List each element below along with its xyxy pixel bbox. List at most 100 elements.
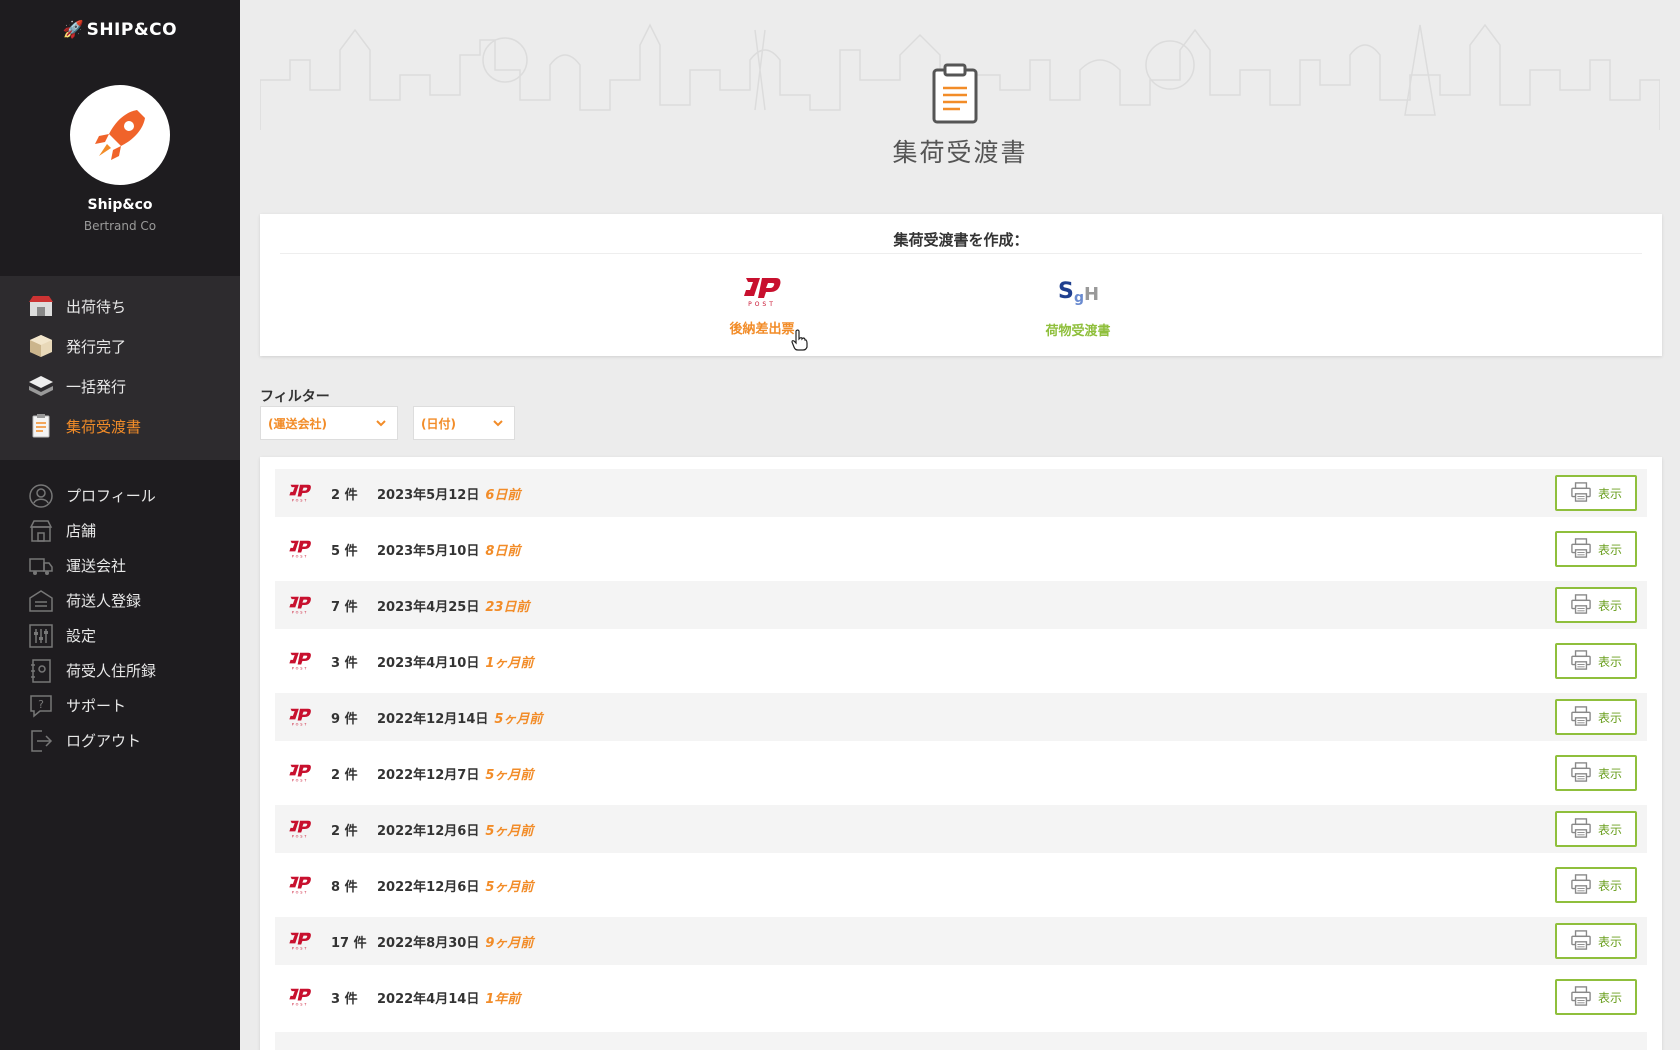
date-filter-select[interactable]: (日付) xyxy=(413,406,515,440)
nav-item-support[interactable]: ? サポート xyxy=(0,688,240,723)
hand-cursor-icon xyxy=(791,329,808,351)
svg-text:g: g xyxy=(1074,290,1084,306)
nav-label: プロフィール xyxy=(66,487,156,505)
nav-label: 荷送人登録 xyxy=(66,592,142,610)
printer-icon xyxy=(1570,705,1592,729)
carrier-filter-value: (運送会社) xyxy=(268,416,327,431)
japan-post-icon: POST xyxy=(287,931,313,951)
table-row: POST 17 件 2022年8月30日 9ヶ月前 表示 xyxy=(275,917,1647,965)
nav-item-address-book[interactable]: 荷受人住所録 xyxy=(0,653,240,688)
primary-nav: 出荷待ち 発行完了 一括発行 集荷受渡書 xyxy=(0,276,240,460)
view-button[interactable]: 表示 xyxy=(1555,811,1637,847)
printer-icon xyxy=(1570,593,1592,617)
printer-icon xyxy=(1570,873,1592,897)
view-button[interactable]: 表示 xyxy=(1555,979,1637,1015)
row-count: 17 件 xyxy=(331,935,367,951)
japan-post-icon: POST xyxy=(287,483,313,503)
row-count: 5 件 xyxy=(331,543,358,559)
table-row: POST 5 件 2023年5月10日 8日前 表示 xyxy=(275,525,1647,573)
row-date: 2022年12月14日 xyxy=(377,711,489,727)
printer-icon xyxy=(1570,481,1592,505)
nav-item-shops[interactable]: 店舗 xyxy=(0,513,240,548)
view-button[interactable]: 表示 xyxy=(1555,867,1637,903)
user-icon xyxy=(26,481,56,511)
view-button-label: 表示 xyxy=(1597,710,1622,725)
nav-item-carriers[interactable]: 運送会社 xyxy=(0,548,240,583)
nav-label: 集荷受渡書 xyxy=(66,417,142,436)
avatar[interactable] xyxy=(70,85,170,185)
nav-label: 一括発行 xyxy=(66,377,127,396)
create-japan-post-button[interactable]: POST 後納差出票 xyxy=(702,276,822,337)
view-button[interactable]: 表示 xyxy=(1555,587,1637,623)
address-book-icon xyxy=(26,656,56,686)
nav-item-profile[interactable]: プロフィール xyxy=(0,478,240,513)
view-button[interactable]: 表示 xyxy=(1555,923,1637,959)
row-count: 9 件 xyxy=(331,711,358,727)
sidebar: 🚀SHIP&CO Ship&co Bertrand Co 出荷待ち 発行完了 xyxy=(0,0,240,1050)
brand-logo[interactable]: 🚀 SHIP&CO xyxy=(0,20,240,40)
row-relative-time: 6日前 xyxy=(485,487,521,503)
nav-label: サポート xyxy=(66,697,127,715)
nav-item-issued[interactable]: 発行完了 xyxy=(0,326,240,366)
view-button[interactable]: 表示 xyxy=(1555,643,1637,679)
japan-post-icon: POST xyxy=(744,278,781,308)
row-count: 8 件 xyxy=(331,879,358,895)
row-relative-time: 1年前 xyxy=(485,991,521,1007)
row-date: 2023年4月25日 xyxy=(377,599,480,615)
svg-text:POST: POST xyxy=(292,890,308,894)
japan-post-icon: POST xyxy=(287,819,313,839)
japan-post-icon: POST xyxy=(287,763,313,783)
view-button-label: 表示 xyxy=(1597,486,1622,501)
view-button[interactable]: 表示 xyxy=(1555,531,1637,567)
rocket-icon: 🚀 xyxy=(62,20,85,40)
table-row: POST 8 件 2022年12月6日 5ヶ月前 表示 xyxy=(275,861,1647,909)
sagawa-label: 荷物受渡書 xyxy=(1045,324,1111,339)
row-date: 2022年12月6日 xyxy=(377,879,480,895)
nav-item-shippers[interactable]: 荷送人登録 xyxy=(0,583,240,618)
row-count: 3 件 xyxy=(331,991,358,1007)
svg-text:?: ? xyxy=(38,698,44,711)
secondary-nav: プロフィール 店舗 運送会社 荷送人登録 設定 荷受人住所録 ? サポート ログ xyxy=(0,478,240,758)
view-button[interactable]: 表示 xyxy=(1555,475,1637,511)
chevron-down-icon xyxy=(493,420,503,427)
nav-item-awaiting-shipment[interactable]: 出荷待ち xyxy=(0,286,240,326)
logout-icon xyxy=(26,726,56,756)
view-button[interactable]: 表示 xyxy=(1555,755,1637,791)
row-count: 2 件 xyxy=(331,487,358,503)
nav-item-settings[interactable]: 設定 xyxy=(0,618,240,653)
date-filter-value: (日付) xyxy=(421,416,456,431)
printer-icon xyxy=(1570,537,1592,561)
brand-name: SHIP&CO xyxy=(86,20,178,40)
carrier-filter-select[interactable]: (運送会社) xyxy=(260,406,398,440)
svg-text:POST: POST xyxy=(292,1002,308,1006)
table-row: POST 2 件 2022年12月6日 5ヶ月前 表示 xyxy=(275,805,1647,853)
page-title: 集荷受渡書 xyxy=(892,138,1028,167)
company-subtitle: Bertrand Co xyxy=(83,219,157,233)
box-icon xyxy=(26,331,56,361)
row-relative-time: 5ヶ月前 xyxy=(485,879,534,895)
table-row: POST 2 件 2022年12月7日 5ヶ月前 表示 xyxy=(275,749,1647,797)
nav-item-logout[interactable]: ログアウト xyxy=(0,723,240,758)
main-content: 集荷受渡書 集荷受渡書を作成： POST 後納差出票 S g H 荷物受渡書 フ… xyxy=(240,0,1680,1050)
row-count: 2 件 xyxy=(331,823,358,839)
view-button-label: 表示 xyxy=(1597,878,1622,893)
row-relative-time: 9ヶ月前 xyxy=(485,935,534,951)
view-button-label: 表示 xyxy=(1597,990,1622,1005)
sliders-icon xyxy=(26,621,56,651)
row-date: 2023年5月12日 xyxy=(377,487,480,503)
svg-text:POST: POST xyxy=(292,778,308,782)
printer-icon xyxy=(1570,929,1592,953)
nav-label: 運送会社 xyxy=(66,557,127,575)
create-sagawa-button[interactable]: S g H 荷物受渡書 xyxy=(1018,276,1138,339)
view-button[interactable]: 表示 xyxy=(1555,699,1637,735)
sagawa-icon: S g H xyxy=(1058,279,1099,306)
manifest-list: POST 2 件 2023年5月12日 6日前 表示 POST 5 件 2023年5月10日 8… xyxy=(260,457,1662,1050)
row-count: 3 件 xyxy=(331,655,358,671)
japan-post-icon: POST xyxy=(287,595,313,615)
row-relative-time: 8日前 xyxy=(485,543,521,559)
nav-item-batch[interactable]: 一括発行 xyxy=(0,366,240,406)
svg-text:POST: POST xyxy=(292,834,308,838)
svg-text:POST: POST xyxy=(292,610,308,614)
nav-item-pickup-manifest[interactable]: 集荷受渡書 xyxy=(0,406,240,446)
table-row: POST 3 件 2023年4月10日 1ヶ月前 表示 xyxy=(275,637,1647,685)
